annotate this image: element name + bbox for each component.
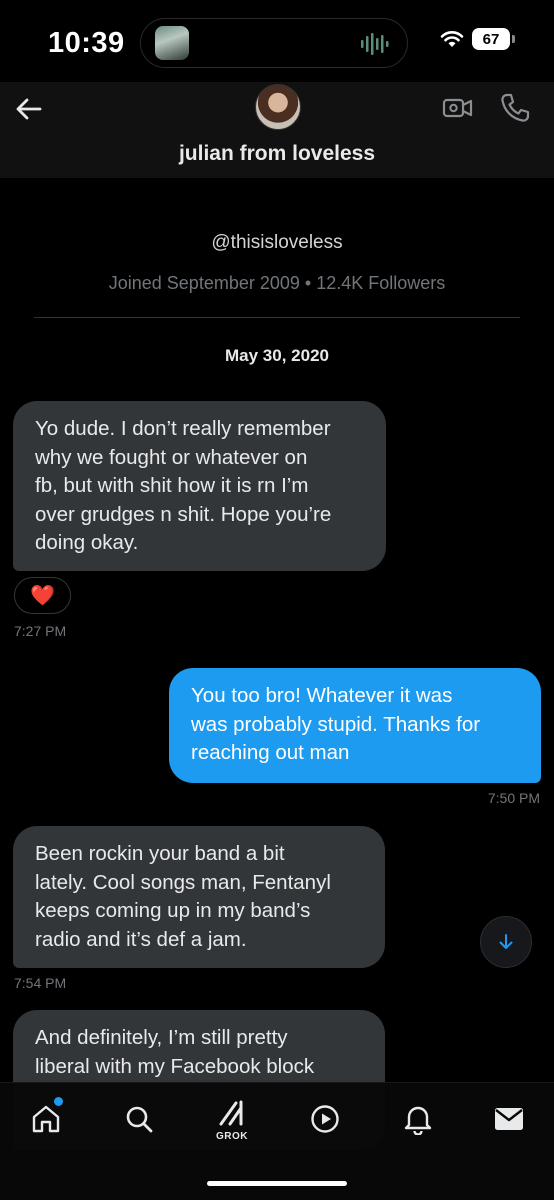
message-line: over grudges n shit. Hope you’re: [35, 502, 332, 526]
nav-grok[interactable]: [212, 1093, 252, 1133]
battery-level: 67: [482, 30, 500, 48]
date-separator: May 30, 2020: [225, 346, 329, 365]
arrow-down-icon: [499, 934, 513, 949]
message-line: Been rockin your band a bit: [35, 842, 285, 865]
scroll-to-bottom-button[interactable]: [480, 916, 532, 968]
profile-handle[interactable]: @thisisloveless: [0, 232, 554, 254]
bell-icon: [404, 1106, 432, 1135]
message-line: lately. Cool songs man, Fentanyl: [35, 870, 331, 894]
dynamic-island[interactable]: [140, 18, 408, 68]
status-indicators: 67: [440, 28, 515, 50]
nav-search[interactable]: [119, 1099, 159, 1139]
profile-divider: [34, 317, 520, 318]
play-circle-icon: [311, 1105, 339, 1133]
message-line: was probably stupid. Thanks for: [191, 712, 481, 736]
envelope-icon: [495, 1108, 523, 1130]
now-playing-artwork: [155, 26, 189, 60]
message-bubble-incoming[interactable]: Been rockin your band a bit lately. Cool…: [13, 826, 385, 968]
message-line: keeps coming up in my band’s: [35, 899, 311, 922]
dm-conversation-screen: 10:39 67 julian from loveless @thisislov…: [0, 0, 554, 1200]
heart-reaction[interactable]: ❤️: [14, 577, 71, 614]
home-indicator[interactable]: [207, 1181, 347, 1186]
message-bubble-incoming[interactable]: Yo dude. I don’t really remember why we …: [13, 401, 386, 571]
contact-avatar[interactable]: [255, 84, 301, 130]
message-line: And definitely, I’m still pretty: [35, 1026, 288, 1049]
message-line: radio and it’s def a jam.: [35, 927, 247, 951]
message-timestamp: 7:27 PM: [14, 623, 67, 639]
nav-messages[interactable]: [489, 1099, 529, 1139]
message-timestamp: 7:54 PM: [14, 975, 67, 991]
grok-icon: [219, 1100, 243, 1126]
conversation-header: julian from loveless: [0, 82, 554, 178]
contact-name[interactable]: julian from loveless: [0, 142, 554, 166]
message-line: why we fought or whatever on: [35, 445, 308, 469]
back-arrow-icon[interactable]: [14, 94, 44, 124]
video-call-icon[interactable]: [442, 92, 474, 124]
audio-waveform-icon: [361, 33, 389, 55]
message-line: doing okay.: [35, 531, 139, 554]
search-icon: [126, 1106, 153, 1133]
wifi-icon: [440, 31, 464, 47]
message-bubble-outgoing[interactable]: You too bro! Whatever it was was probabl…: [169, 668, 541, 783]
message-line: reaching out man: [191, 741, 350, 764]
grok-label: GROK: [216, 1131, 248, 1142]
home-notification-dot: [54, 1097, 63, 1106]
nav-video[interactable]: [305, 1099, 345, 1139]
profile-joined-followers: Joined September 2009 • 12.4K Followers: [108, 273, 446, 293]
nav-notifications[interactable]: [398, 1099, 438, 1139]
message-line: liberal with my Facebook block: [35, 1054, 315, 1078]
battery-indicator: 67: [472, 28, 515, 50]
status-bar: 10:39 67: [0, 0, 554, 82]
home-icon: [32, 1105, 60, 1133]
message-timestamp: 7:50 PM: [487, 790, 540, 806]
message-line: You too bro! Whatever it was: [191, 684, 453, 707]
battery-tip: [512, 35, 515, 43]
heart-reaction-emoji: ❤️: [30, 585, 55, 607]
phone-call-icon[interactable]: [499, 92, 531, 124]
status-time: 10:39: [48, 27, 125, 59]
message-line: fb, but with shit how it is rn I’m: [35, 474, 309, 497]
message-line: Yo dude. I don’t really remember: [35, 417, 331, 440]
